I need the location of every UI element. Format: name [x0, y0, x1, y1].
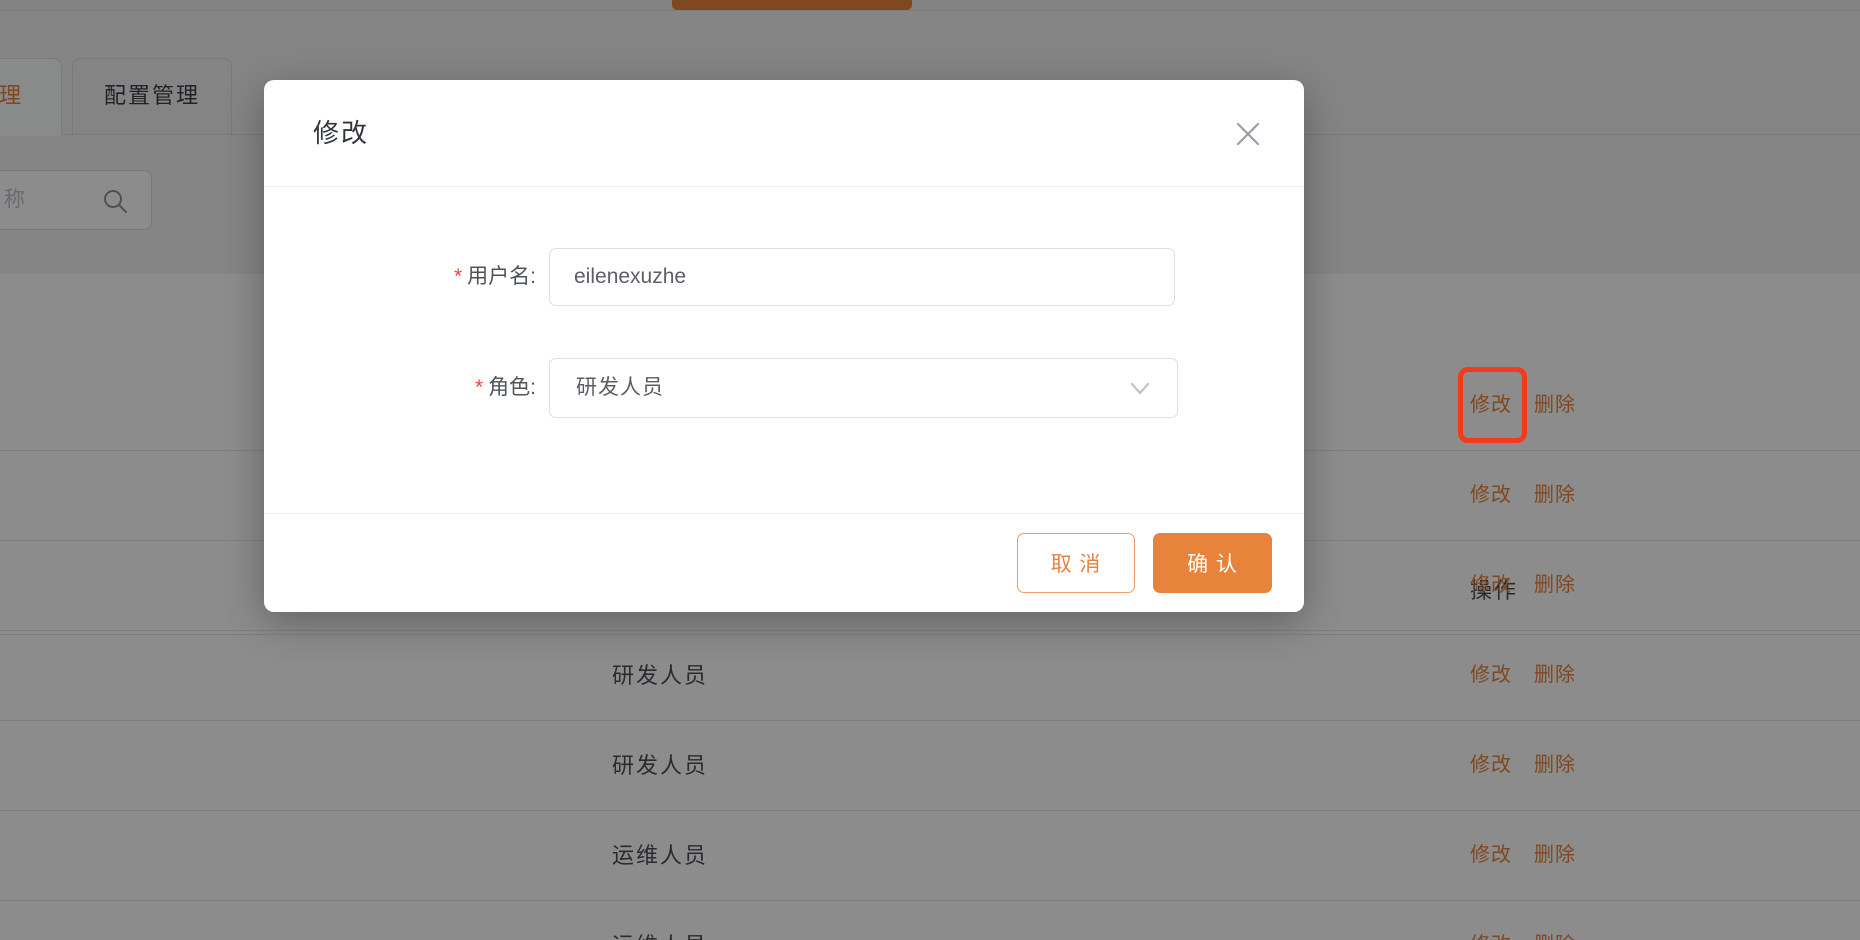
cancel-button[interactable]: 取 消	[1017, 533, 1135, 593]
app-root: 理 配置管理 操作 修改删除 修改删除 修改删除 研发人员 修改删除	[0, 0, 1860, 940]
required-mark: *	[475, 376, 483, 399]
role-select-value: 研发人员	[576, 359, 664, 417]
username-field-wrap	[549, 248, 1175, 306]
close-button[interactable]	[1232, 118, 1264, 150]
username-label: *用户名:	[384, 248, 536, 306]
chevron-down-icon	[1129, 378, 1151, 400]
dialog-title: 修改	[313, 80, 369, 186]
role-label-text: 角色:	[488, 376, 536, 399]
username-input[interactable]	[550, 249, 1174, 305]
confirm-button[interactable]: 确 认	[1153, 533, 1272, 593]
dialog-header: 修改	[264, 80, 1304, 187]
required-mark: *	[454, 265, 462, 288]
role-select[interactable]: 研发人员	[549, 358, 1178, 418]
close-icon	[1232, 118, 1264, 150]
edit-dialog: 修改 *用户名: *角色: 研发人员 取 消 确 认	[264, 80, 1304, 612]
username-label-text: 用户名:	[467, 265, 536, 288]
dialog-footer: 取 消 确 认	[264, 513, 1304, 612]
role-label: *角色:	[384, 358, 536, 418]
